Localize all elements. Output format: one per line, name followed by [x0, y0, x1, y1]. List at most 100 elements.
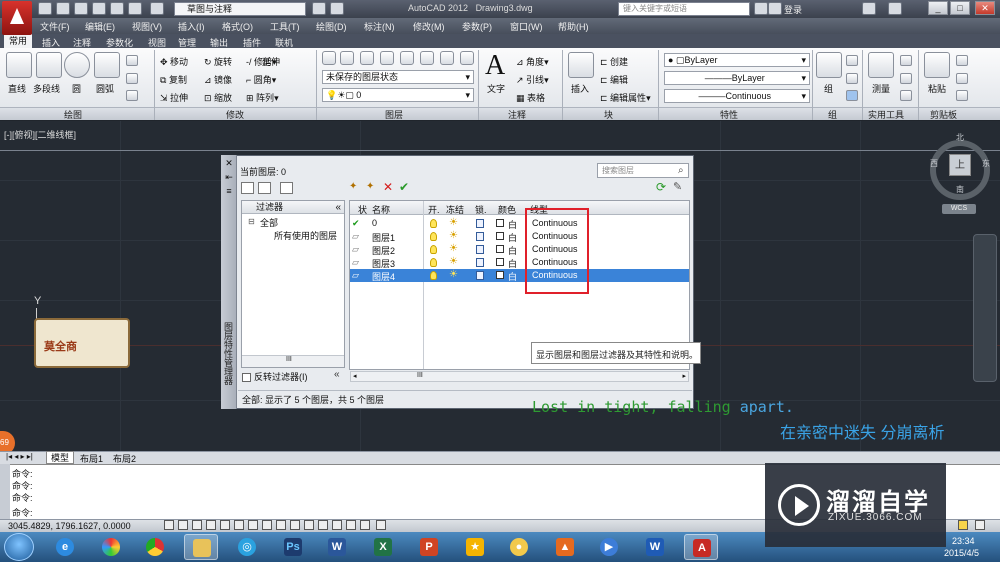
thaw-sun-icon[interactable]: ☀ — [449, 257, 458, 267]
column-name[interactable]: 名称 — [372, 203, 390, 216]
layer-row[interactable]: ▱ 图层3 ☀ 白 Continuous — [350, 256, 689, 270]
polyline-tool-icon[interactable] — [36, 52, 62, 78]
color-swatch[interactable] — [496, 245, 504, 253]
collapse-filters-icon[interactable]: « — [335, 201, 341, 214]
panel-label-properties[interactable]: 特性 — [720, 108, 738, 121]
color-swatch[interactable] — [496, 219, 504, 227]
menu-modify[interactable]: 修改(M) — [413, 20, 445, 33]
layer-row-selected[interactable]: ▱ 图层4 ☀ 白 Continuous — [350, 269, 689, 282]
set-current-icon[interactable]: ✔ — [399, 180, 409, 194]
tab-model[interactable]: 模型 — [46, 451, 74, 464]
command-input[interactable]: 命令: — [12, 506, 33, 519]
taskbar-excel[interactable]: X — [366, 534, 400, 560]
layer-isolate-icon[interactable] — [380, 51, 394, 65]
measure-label[interactable]: 测量 — [872, 82, 890, 95]
unlock-icon[interactable] — [476, 245, 484, 254]
thaw-sun-icon[interactable]: ☀ — [449, 244, 458, 254]
filter-all-used-layers[interactable]: 所有使用的图层 — [274, 229, 344, 242]
ungroup-icon[interactable] — [846, 55, 858, 66]
layer-row[interactable]: ▱ 图层1 ☀ 白 Continuous — [350, 230, 689, 244]
copy-tool[interactable]: ⧉ 复制 — [160, 73, 187, 86]
paste-label[interactable]: 粘贴 — [928, 82, 946, 95]
palette-autohide-icon[interactable]: ⇤ — [224, 172, 234, 182]
infer-constraints-toggle[interactable] — [164, 520, 174, 530]
panel-label-clipboard[interactable]: 剪贴板 — [930, 108, 957, 121]
column-status[interactable]: 状 — [358, 203, 367, 216]
menu-dimension[interactable]: 标注(N) — [364, 20, 395, 33]
paste-icon[interactable] — [924, 52, 950, 78]
filter-tree-panel[interactable] — [241, 200, 345, 368]
circle-tool-icon[interactable] — [64, 52, 90, 78]
user-icon[interactable] — [768, 2, 782, 15]
workspace-select[interactable]: 草图与注释 — [174, 2, 306, 16]
osnap-toggle[interactable] — [234, 520, 244, 530]
taskbar-explorer[interactable] — [184, 534, 218, 560]
layer-states-manager-icon[interactable] — [280, 182, 293, 194]
taskbar-powerpoint[interactable]: P — [412, 534, 446, 560]
group-label[interactable]: 组 — [824, 82, 833, 95]
text-tool-icon[interactable]: A — [485, 50, 505, 82]
id-point-icon[interactable] — [900, 90, 912, 101]
leader-tool[interactable]: ↗ 引线▾ — [516, 73, 549, 86]
color-dropdown[interactable]: ● ▢ByLayer ▾ — [664, 53, 810, 67]
layer-row[interactable]: ✔ 0 ☀ 白 Continuous — [350, 217, 689, 231]
menu-insert[interactable]: 插入(I) — [178, 20, 205, 33]
quick-access-menu-icon[interactable] — [330, 2, 344, 15]
quick-properties-toggle[interactable] — [332, 520, 342, 530]
rectangle-icon[interactable] — [126, 55, 138, 66]
line-tool-label[interactable]: 直线 — [8, 82, 26, 95]
taskbar-matlab[interactable]: ▲ — [548, 534, 582, 560]
menu-view[interactable]: 视图(V) — [132, 20, 162, 33]
current-layer-dropdown[interactable]: 💡☀▢ 0 ▾ — [322, 88, 474, 102]
taskbar-wps[interactable]: W — [638, 534, 672, 560]
scale-tool[interactable]: ⊡ 缩放 — [204, 91, 232, 104]
delete-layer-icon[interactable]: ✕ — [383, 180, 393, 194]
unlock-icon[interactable] — [476, 271, 484, 280]
gradient-icon[interactable] — [126, 90, 138, 101]
navigation-bar[interactable] — [973, 234, 997, 382]
invert-filter-checkbox[interactable]: 反转过滤器(I) — [242, 370, 308, 383]
scroll-right-icon[interactable]: ▸ — [682, 372, 686, 380]
notification-icon[interactable] — [958, 520, 968, 530]
compass-east[interactable]: 东 — [982, 158, 990, 169]
arc-tool-icon[interactable] — [94, 52, 120, 78]
taskbar-autocad[interactable]: A — [684, 534, 718, 560]
polyline-tool-label[interactable]: 多段线 — [33, 82, 60, 95]
open-file-icon[interactable] — [56, 2, 70, 15]
dyn-toggle[interactable] — [290, 520, 300, 530]
layout-view-toggle[interactable] — [376, 520, 386, 530]
insert-block-label[interactable]: 插入 — [571, 82, 589, 95]
palette-properties-icon[interactable]: ≡ — [224, 186, 234, 196]
filter-scrollbar[interactable]: III — [242, 355, 344, 367]
layer-on-bulb-icon[interactable] — [430, 232, 437, 241]
column-on[interactable]: 开. — [428, 203, 440, 216]
snap-toggle[interactable] — [178, 520, 188, 530]
layer-row[interactable]: ▱ 图层2 ☀ 白 Continuous — [350, 243, 689, 257]
clock-time[interactable]: 23:34 — [952, 536, 975, 546]
model-space-toggle[interactable] — [360, 520, 370, 530]
measure-icon[interactable] — [868, 52, 894, 78]
unlock-icon[interactable] — [476, 219, 484, 228]
angle-tool[interactable]: ⊿ 角度▾ — [516, 55, 549, 68]
save-as-icon[interactable] — [92, 2, 106, 15]
print-icon[interactable] — [110, 2, 124, 15]
extend-tool[interactable]: 延伸 — [262, 55, 280, 68]
wcs-menu[interactable]: WCS — [942, 204, 976, 214]
clean-screen-icon[interactable] — [975, 520, 985, 530]
ortho-toggle[interactable] — [206, 520, 216, 530]
exchange-icon[interactable] — [862, 2, 876, 15]
taskbar-word[interactable]: W — [320, 534, 354, 560]
layer-list-scrollbar[interactable]: ◂ III ▸ — [350, 371, 689, 382]
match-properties-icon[interactable] — [956, 90, 968, 101]
login-link[interactable]: 登录 — [784, 3, 802, 16]
table-tool[interactable]: ▦ 表格 — [516, 91, 545, 104]
viewcube-top-face[interactable]: 上 — [949, 154, 971, 176]
text-tool-label[interactable]: 文字 — [487, 82, 505, 95]
hatch-icon[interactable] — [126, 73, 138, 84]
menu-file[interactable]: 文件(F) — [40, 20, 70, 33]
panel-label-annotation[interactable]: 注释 — [508, 108, 526, 121]
taskbar-media[interactable] — [94, 534, 128, 560]
menu-help[interactable]: 帮助(H) — [558, 20, 589, 33]
scroll-left-icon[interactable]: ◂ — [353, 372, 357, 380]
column-color[interactable]: 颜色 — [498, 203, 516, 216]
